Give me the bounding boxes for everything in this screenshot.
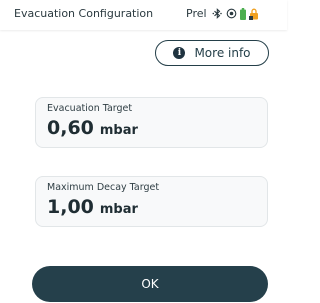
maximum-decay-target-field[interactable]: Maximum Decay Target 1,00 mbar: [35, 176, 268, 227]
ok-button-label: OK: [141, 277, 159, 291]
evacuation-target-unit: mbar: [99, 123, 138, 138]
evacuation-target-label: Evacuation Target: [47, 103, 133, 114]
evacuation-target-field[interactable]: Evacuation Target 0,60 mbar: [35, 97, 268, 148]
evacuation-target-value-row: 0,60 mbar: [47, 117, 138, 139]
maximum-decay-target-label: Maximum Decay Target: [47, 182, 160, 193]
maximum-decay-target-value: 1,00: [47, 196, 94, 218]
more-info-button[interactable]: i More info: [155, 40, 269, 66]
info-icon: i: [173, 47, 186, 59]
page-title: Evacuation Configuration: [14, 7, 154, 20]
status-bar: Evacuation Configuration Prel: [0, 0, 287, 30]
lock-icon: [248, 8, 258, 20]
evacuation-target-value: 0,60: [47, 117, 94, 139]
status-indicators: Prel: [186, 7, 262, 20]
maximum-decay-target-value-row: 1,00 mbar: [47, 196, 138, 218]
battery-icon: [239, 7, 246, 20]
mode-label: Prel: [186, 7, 207, 20]
maximum-decay-target-unit: mbar: [99, 202, 138, 217]
status-icons: [212, 7, 262, 20]
target-icon: [226, 8, 236, 19]
bluetooth-icon: [212, 8, 222, 19]
more-info-label: More info: [194, 46, 251, 60]
ok-button[interactable]: OK: [32, 266, 268, 302]
